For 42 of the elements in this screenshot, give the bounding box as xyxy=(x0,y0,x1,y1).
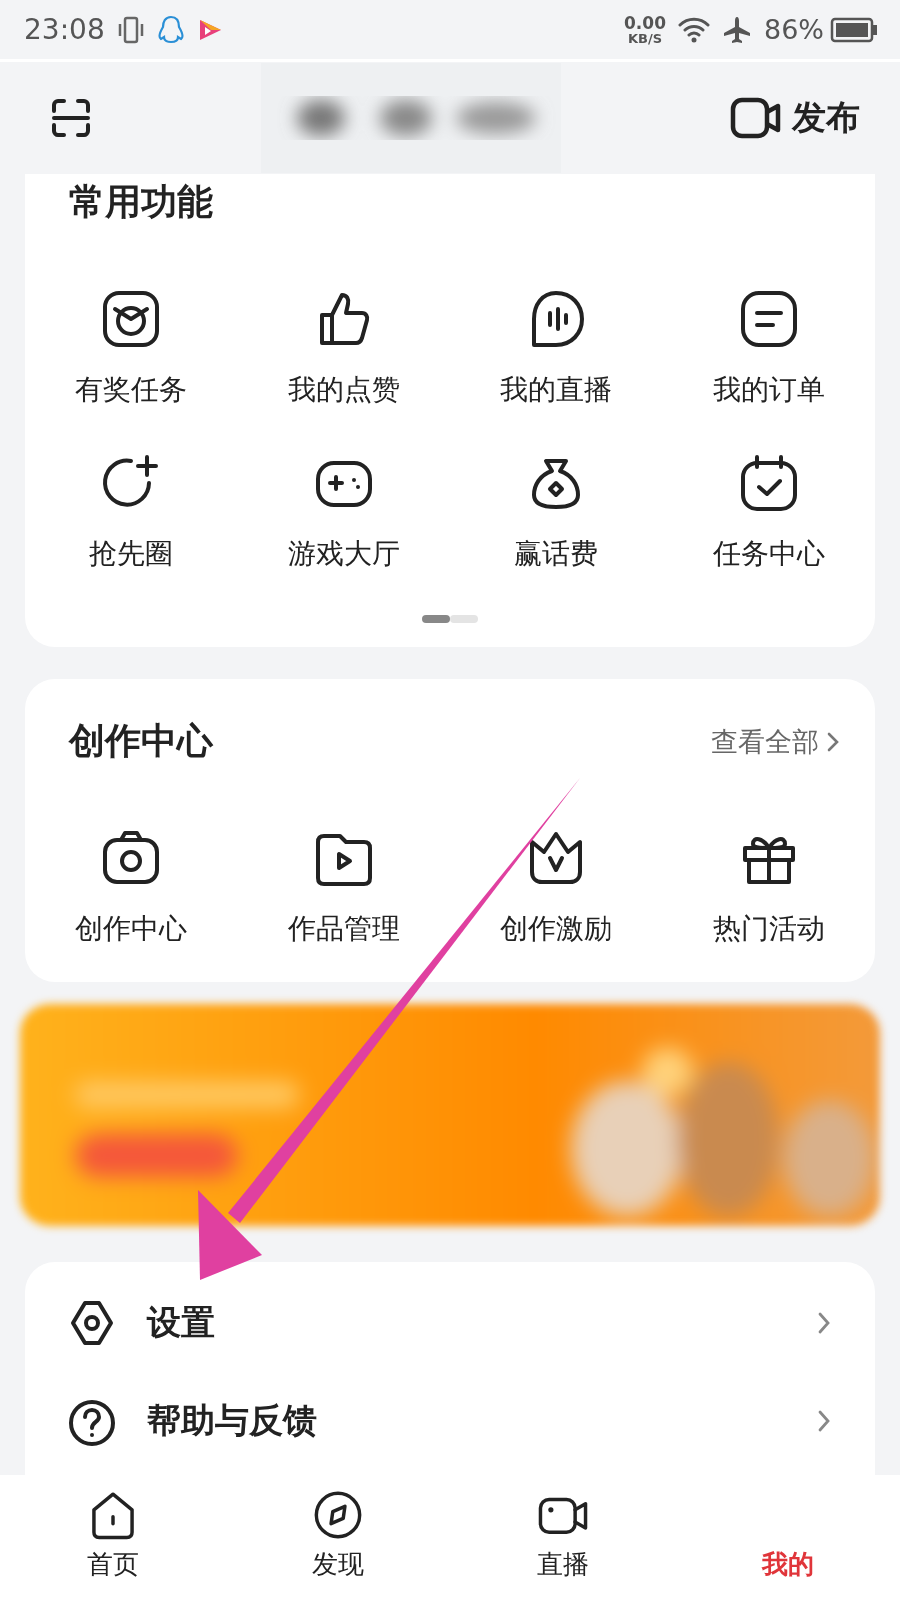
nav-tab[interactable]: 直播 xyxy=(450,1475,675,1600)
shortcut-button[interactable]: 我的直播 xyxy=(500,289,613,409)
menu-item[interactable]: 帮助与反馈 xyxy=(25,1382,875,1460)
nav-tab[interactable]: 我的 xyxy=(675,1475,900,1600)
shortcut-button[interactable]: 有奖任务 xyxy=(75,289,188,409)
shortcut-button[interactable]: 创作激励 xyxy=(500,828,613,948)
chevron-right-icon xyxy=(817,1310,831,1336)
nav-tab[interactable]: 首页 xyxy=(0,1475,225,1600)
net-speed: 0.00 xyxy=(624,14,666,32)
section-title: 创作中心 xyxy=(67,719,214,763)
status-time: 23:08 xyxy=(24,13,105,46)
shortcut-button[interactable]: 热门活动 xyxy=(712,828,825,948)
vibrate-icon xyxy=(116,14,145,45)
scan-icon xyxy=(50,97,92,139)
shortcut-button[interactable]: 创作中心 xyxy=(75,828,188,948)
shortcut-button[interactable]: 我的点赞 xyxy=(287,289,400,409)
shortcut-button[interactable]: 任务中心 xyxy=(712,453,825,573)
shortcut-button[interactable]: 我的订单 xyxy=(712,289,825,409)
airplane-icon xyxy=(722,14,752,45)
scan-button[interactable] xyxy=(50,97,92,139)
shortcut-button[interactable]: 游戏大厅 xyxy=(287,453,400,573)
video-camera-icon xyxy=(730,97,782,139)
shortcut-button[interactable]: 赢话费 xyxy=(514,453,599,573)
penguin-icon xyxy=(156,13,185,46)
shortcut-button[interactable]: 作品管理 xyxy=(287,828,400,948)
chevron-right-icon xyxy=(827,730,839,753)
face-icon xyxy=(101,289,162,349)
publish-button[interactable]: 发布 xyxy=(730,95,860,141)
wifi-icon xyxy=(678,16,710,43)
calendar-check-icon xyxy=(738,453,799,513)
nav-tab[interactable]: 发现 xyxy=(225,1475,450,1600)
battery-percent: 86% xyxy=(764,14,824,45)
net-speed-unit: KB/S xyxy=(627,31,663,45)
view-all-link[interactable]: 查看全部 xyxy=(711,723,839,760)
chevron-right-icon xyxy=(817,1408,831,1434)
menu-label: 帮助与反馈 xyxy=(147,1399,318,1442)
battery-icon xyxy=(830,16,878,43)
menu-label: 设置 xyxy=(147,1301,216,1344)
section-title: 常用功能 xyxy=(68,180,214,224)
list-icon xyxy=(738,289,799,349)
menu-item[interactable]: 设置 xyxy=(25,1284,875,1362)
shortcut-button[interactable]: 抢先圈 xyxy=(89,453,174,573)
